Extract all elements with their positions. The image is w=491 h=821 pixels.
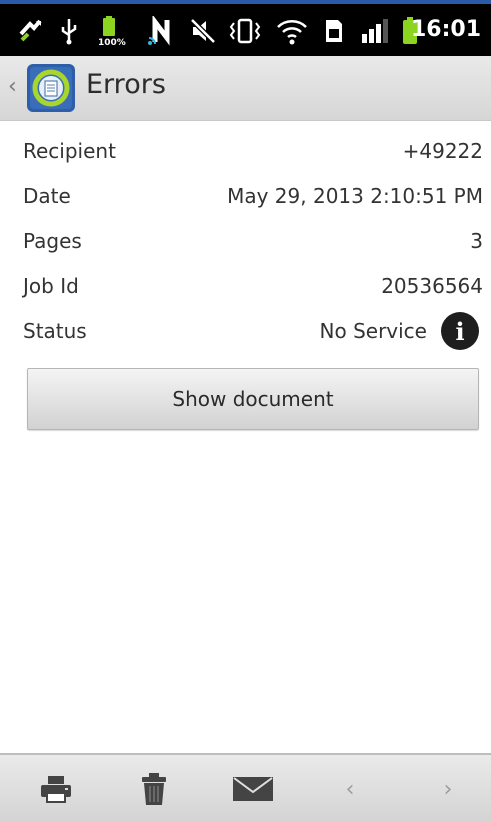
detail-value: May 29, 2013 2:10:51 PM [227,184,483,208]
detail-value: No Service [319,319,427,343]
detail-row-recipient: Recipient +49222 [0,130,491,175]
detail-label: Pages [23,229,82,253]
sync-icon [16,16,46,46]
detail-value: +49222 [402,139,483,163]
detail-value: 20536564 [381,274,483,298]
chevron-right-icon[interactable]: › [438,771,458,807]
svg-text:100%: 100% [98,38,126,46]
detail-label: Recipient [23,139,116,163]
info-icon[interactable]: i [441,312,479,350]
detail-row-status: Status No Service i [0,310,491,355]
status-bar: 100% 16:01 [0,4,491,56]
fax-app-icon[interactable] [26,63,76,113]
battery-100-icon: 100% [97,16,127,46]
bottom-action-bar: ‹ › [0,753,491,821]
action-bar: ‹ Errors [0,56,491,121]
detail-row-pages: Pages 3 [0,220,491,265]
signal-icon [359,16,391,46]
detail-value: 3 [470,229,483,253]
print-icon[interactable] [38,771,74,807]
detail-label: Date [23,184,71,208]
mail-icon[interactable] [231,771,275,807]
chevron-left-icon[interactable]: ‹ [340,771,360,807]
vibrate-icon [228,16,262,46]
detail-label: Job Id [23,274,79,298]
mute-icon [188,16,218,46]
detail-row-date: Date May 29, 2013 2:10:51 PM [0,175,491,220]
wifi-icon [276,16,308,46]
detail-row-job-id: Job Id 20536564 [0,265,491,310]
up-caret-icon[interactable]: ‹ [8,74,17,99]
sim-icon [322,16,346,46]
show-document-button[interactable]: Show document [27,368,479,430]
page-title: Errors [86,69,166,100]
detail-label: Status [23,319,87,343]
trash-icon[interactable] [138,771,170,807]
usb-icon [57,16,81,46]
nfc-icon [147,16,177,46]
detail-list: Recipient +49222 Date May 29, 2013 2:10:… [0,130,491,355]
status-time: 16:01 [410,17,481,42]
